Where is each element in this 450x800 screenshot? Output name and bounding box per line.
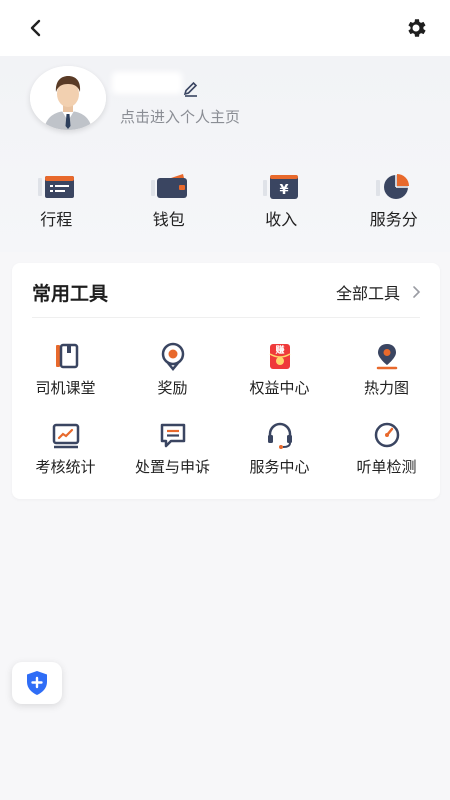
tool-label: 服务中心 — [249, 458, 310, 476]
tool-service-center[interactable]: 服务中心 — [226, 420, 333, 477]
medal-icon — [161, 342, 184, 371]
service-score-icon — [375, 174, 409, 199]
tool-driver-class[interactable]: 司机课堂 — [12, 341, 119, 398]
tool-rewards[interactable]: 奖励 — [119, 341, 226, 398]
itinerary-icon — [38, 176, 75, 198]
tool-order-detection[interactable]: 听单检测 — [333, 420, 440, 477]
headset-icon — [267, 422, 292, 449]
quick-itinerary-label: 行程 — [40, 210, 73, 229]
driver-name-blurred — [112, 72, 182, 94]
driver-avatar-icon — [30, 66, 106, 130]
common-tools-card: 常用工具 全部工具 司机课堂 奖励 赚 权益中心 热力图 考核统计 处置与申诉 … — [12, 263, 440, 499]
tool-label: 热力图 — [363, 379, 409, 397]
tools-grid: 司机课堂 奖励 赚 权益中心 热力图 考核统计 处置与申诉 服务中心 听单检测 — [12, 341, 440, 477]
pencil-icon — [183, 81, 198, 97]
quick-income-label: 收入 — [265, 210, 298, 229]
location-pin-icon — [376, 344, 397, 370]
tool-label: 司机课堂 — [35, 379, 96, 397]
chevron-right-icon — [413, 286, 421, 298]
book-icon — [55, 343, 78, 369]
income-icon: ¥ — [263, 175, 299, 199]
quick-wallet-label: 钱包 — [152, 210, 185, 229]
tool-label: 奖励 — [157, 379, 188, 397]
settings-button[interactable] — [402, 14, 430, 42]
tool-label: 听单检测 — [356, 458, 417, 476]
tools-title: 常用工具 — [32, 283, 109, 305]
tool-label: 权益中心 — [249, 379, 310, 397]
wallet-icon — [150, 174, 187, 198]
quick-service-score[interactable]: 服务分 — [338, 170, 450, 240]
divider — [32, 317, 420, 318]
avatar[interactable] — [30, 66, 106, 130]
tool-label: 处置与申诉 — [134, 458, 210, 476]
top-bar — [0, 0, 450, 56]
earn-badge-text: 赚 — [274, 344, 284, 356]
profile-subtitle[interactable]: 点击进入个人主页 — [120, 106, 240, 127]
safety-shield-button[interactable] — [12, 662, 62, 704]
back-button[interactable] — [22, 14, 50, 42]
quick-wallet[interactable]: 钱包 — [113, 170, 226, 240]
chart-board-icon — [52, 423, 79, 449]
tool-disposal-appeal[interactable]: 处置与申诉 — [119, 420, 226, 477]
shield-plus-icon — [27, 671, 47, 695]
gear-icon — [408, 19, 426, 37]
all-tools-label: 全部工具 — [335, 284, 400, 303]
tool-heatmap[interactable]: 热力图 — [333, 341, 440, 398]
quick-service-score-label: 服务分 — [369, 210, 418, 229]
gauge-icon — [374, 422, 399, 448]
red-envelope-icon: 赚 — [269, 344, 290, 369]
quick-itinerary[interactable]: 行程 — [0, 170, 113, 240]
quick-actions: 行程 钱包 ¥ 收入 服务分 — [0, 170, 450, 240]
quick-income[interactable]: ¥ 收入 — [225, 170, 338, 240]
tool-assessment-stats[interactable]: 考核统计 — [12, 420, 119, 477]
tool-benefits-center[interactable]: 赚 权益中心 — [226, 341, 333, 398]
all-tools-link[interactable]: 全部工具 — [336, 279, 422, 305]
tool-label: 考核统计 — [35, 458, 96, 476]
chevron-left-icon — [30, 19, 41, 37]
svg-text:¥: ¥ — [280, 183, 289, 198]
edit-profile-button[interactable] — [182, 80, 200, 98]
message-icon — [160, 423, 185, 448]
